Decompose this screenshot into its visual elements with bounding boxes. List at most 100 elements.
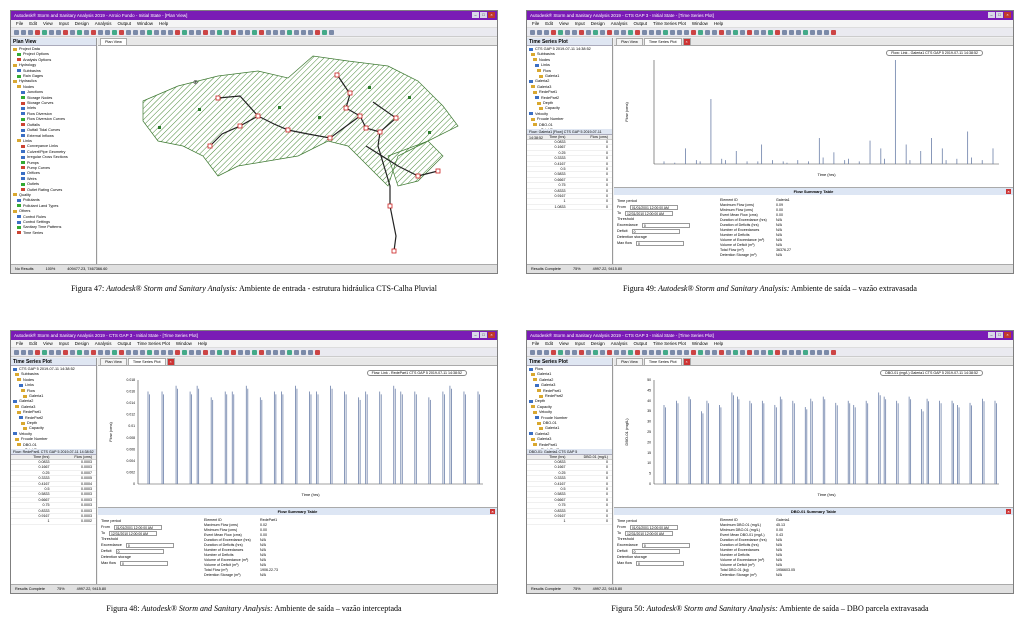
network-map[interactable]: ⊕ [98, 46, 498, 266]
from-date-field[interactable]: 01/01/2001 12:00:00 AM [629, 204, 678, 210]
minimize-button[interactable]: – [472, 332, 479, 338]
tool-icon[interactable] [147, 349, 152, 355]
tool-icon[interactable] [70, 349, 75, 355]
table-row[interactable]: 10 [527, 519, 612, 525]
tool-icon[interactable] [628, 349, 633, 355]
tool-icon[interactable] [119, 349, 124, 355]
tool-icon[interactable] [21, 349, 26, 355]
tool-icon[interactable] [817, 29, 822, 35]
tool-icon[interactable] [761, 349, 766, 355]
tool-icon[interactable] [28, 29, 33, 35]
menu-item[interactable]: Design [591, 341, 605, 346]
menu-item[interactable]: Design [75, 341, 89, 346]
menu-item[interactable]: Edit [545, 21, 553, 26]
close-button[interactable]: × [1004, 12, 1011, 18]
minimize-button[interactable]: – [472, 12, 479, 18]
menu-item[interactable]: Help [714, 21, 723, 26]
tool-icon[interactable] [810, 349, 815, 355]
tool-icon[interactable] [656, 29, 661, 35]
deficit-field[interactable]: 0 [631, 228, 680, 234]
menu-item[interactable]: Input [575, 341, 585, 346]
tool-icon[interactable] [586, 349, 591, 355]
tool-icon[interactable] [600, 29, 605, 35]
menu-item[interactable]: Window [137, 21, 153, 26]
tool-icon[interactable] [224, 349, 229, 355]
minimize-button[interactable]: – [988, 332, 995, 338]
chart[interactable]: Flow: Link - Galeria1 CTS GAP 5 2019-07-… [614, 46, 1013, 186]
tool-icon[interactable] [635, 29, 640, 35]
tool-icon[interactable] [161, 29, 166, 35]
tool-icon[interactable] [245, 29, 250, 35]
tool-icon[interactable] [824, 29, 829, 35]
tool-icon[interactable] [572, 349, 577, 355]
tool-icon[interactable] [691, 349, 696, 355]
tool-icon[interactable] [203, 349, 208, 355]
menu-item[interactable]: View [559, 341, 569, 346]
tool-icon[interactable] [670, 349, 675, 355]
tool-icon[interactable] [14, 29, 19, 35]
menu-item[interactable]: Edit [29, 341, 37, 346]
tool-icon[interactable] [98, 349, 103, 355]
tool-icon[interactable] [824, 349, 829, 355]
tool-icon[interactable] [803, 29, 808, 35]
menu-item[interactable]: File [16, 21, 23, 26]
max-flow-field[interactable]: 0 [119, 560, 168, 566]
tool-icon[interactable] [259, 349, 264, 355]
tool-icon[interactable] [670, 29, 675, 35]
tree-item[interactable]: Time Series [13, 231, 94, 236]
tool-icon[interactable] [726, 349, 731, 355]
tool-icon[interactable] [294, 349, 299, 355]
tool-icon[interactable] [740, 29, 745, 35]
tool-icon[interactable] [775, 29, 780, 35]
max-flow-field[interactable]: 0 [635, 560, 684, 566]
tool-icon[interactable] [273, 349, 278, 355]
tool-icon[interactable] [175, 349, 180, 355]
exceedance-field[interactable]: 0 [641, 542, 690, 548]
tool-icon[interactable] [329, 29, 334, 35]
menu-item[interactable]: Input [575, 21, 585, 26]
tool-icon[interactable] [49, 349, 54, 355]
tool-icon[interactable] [768, 29, 773, 35]
tool-icon[interactable] [544, 29, 549, 35]
tool-icon[interactable] [238, 29, 243, 35]
tab-plan-view[interactable]: Plan View [616, 358, 643, 365]
tool-icon[interactable] [21, 29, 26, 35]
tool-icon[interactable] [789, 349, 794, 355]
tool-icon[interactable] [105, 349, 110, 355]
tool-icon[interactable] [217, 29, 222, 35]
tool-icon[interactable] [551, 349, 556, 355]
tool-icon[interactable] [308, 349, 313, 355]
menu-item[interactable]: File [532, 21, 539, 26]
menu-item[interactable]: Output [634, 21, 648, 26]
tool-icon[interactable] [98, 29, 103, 35]
maximize-button[interactable]: □ [996, 12, 1003, 18]
menu-item[interactable]: Input [59, 21, 69, 26]
tool-icon[interactable] [280, 29, 285, 35]
tool-icon[interactable] [831, 349, 836, 355]
tool-icon[interactable] [705, 29, 710, 35]
menu-item[interactable]: Window [176, 341, 192, 346]
tool-icon[interactable] [105, 29, 110, 35]
tool-icon[interactable] [719, 349, 724, 355]
tool-icon[interactable] [593, 349, 598, 355]
tool-icon[interactable] [677, 349, 682, 355]
tool-icon[interactable] [154, 29, 159, 35]
to-date-field[interactable]: 12/31/2010 12:00:00 AM [109, 530, 158, 536]
maximize-button[interactable]: □ [480, 332, 487, 338]
tool-icon[interactable] [649, 349, 654, 355]
tool-icon[interactable] [663, 29, 668, 35]
menu-item[interactable]: Design [591, 21, 605, 26]
tool-icon[interactable] [238, 349, 243, 355]
tool-icon[interactable] [70, 29, 75, 35]
tool-icon[interactable] [712, 349, 717, 355]
tool-icon[interactable] [586, 29, 591, 35]
tab-time-series-plot[interactable]: Time Series Plot [643, 358, 682, 365]
tool-icon[interactable] [203, 29, 208, 35]
tool-icon[interactable] [705, 349, 710, 355]
tool-icon[interactable] [530, 29, 535, 35]
tool-icon[interactable] [719, 29, 724, 35]
tool-icon[interactable] [593, 29, 598, 35]
to-date-field[interactable]: 12/31/2010 12:00:00 AM [625, 530, 674, 536]
tool-icon[interactable] [182, 29, 187, 35]
to-date-field[interactable]: 12/31/2010 12:00:00 AM [625, 210, 674, 216]
